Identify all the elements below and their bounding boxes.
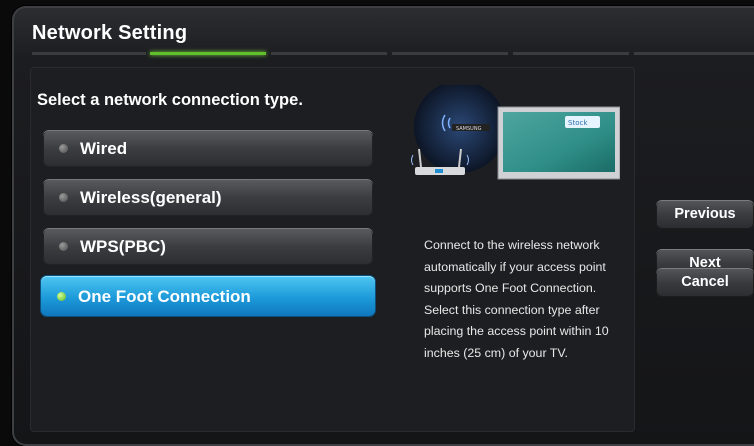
option-wireless-general[interactable]: Wireless(general) <box>43 179 373 216</box>
option-label: Wired <box>80 139 128 158</box>
radio-indicator-icon <box>59 144 68 153</box>
dialog-title: Network Setting <box>32 22 188 44</box>
cancel-button[interactable]: Cancel <box>656 268 754 297</box>
radio-selected-icon <box>57 292 66 301</box>
connection-description: Connect to the wireless network automati… <box>424 238 609 360</box>
option-wired[interactable]: Wired <box>43 130 373 167</box>
option-label: Wireless(general) <box>80 188 222 207</box>
tv-brand-text: SAMSUNG <box>456 126 482 132</box>
step-2 <box>150 52 266 55</box>
radio-indicator-icon <box>59 242 68 251</box>
step-6 <box>634 52 754 55</box>
prompt-text: Select a network connection type. <box>37 91 303 109</box>
radio-indicator-icon <box>59 193 68 202</box>
step-4 <box>392 52 508 55</box>
step-progress <box>32 52 754 56</box>
option-wps-pbc[interactable]: WPS(PBC) <box>43 228 373 265</box>
option-label: One Foot Connection <box>78 287 251 306</box>
one-foot-connection-illustration: Stock SAMSUNG <box>411 85 620 180</box>
previous-button[interactable]: Previous <box>656 200 754 229</box>
option-one-foot-connection[interactable]: One Foot Connection <box>41 276 375 316</box>
screen-logo-text: Stock <box>568 119 588 127</box>
step-1 <box>32 52 146 55</box>
step-5 <box>513 52 629 55</box>
step-3 <box>271 52 387 55</box>
option-label: WPS(PBC) <box>80 237 166 256</box>
